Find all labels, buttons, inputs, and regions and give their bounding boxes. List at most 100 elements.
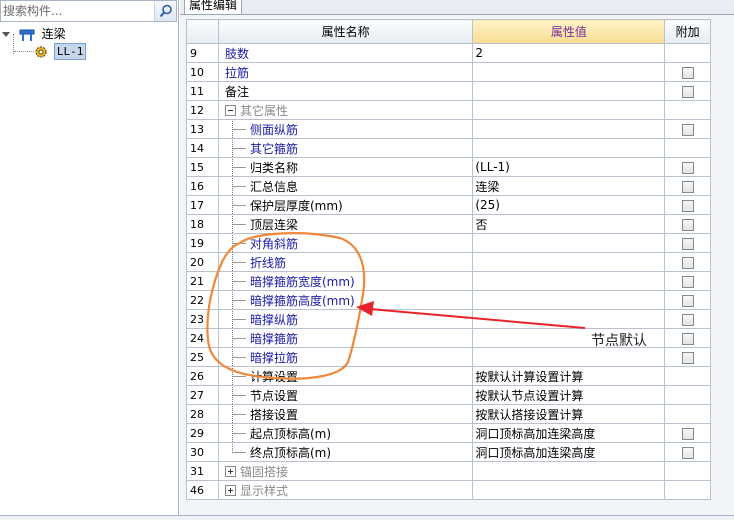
table-row[interactable]: 29 起点顶标高(m) 洞口顶标高加连梁高度 [186,423,711,443]
property-value-cell[interactable] [472,309,666,329]
table-row[interactable]: 23 暗撑纵筋 [186,309,711,329]
tree-node-ll-1[interactable]: LL-1 [34,42,87,60]
extra-checkbox[interactable] [681,313,694,326]
table-row[interactable]: 19 对角斜筋 [186,233,711,253]
property-value-cell[interactable] [472,480,666,500]
property-value-cell[interactable] [472,62,666,82]
property-value-cell[interactable] [472,138,666,158]
tree-node-root[interactable]: 连梁 [2,25,66,43]
extra-checkbox[interactable] [681,218,694,231]
expand-plus-icon[interactable] [224,465,236,477]
table-row[interactable]: 17 保护层厚度(mm) (25) [186,195,711,215]
property-name-cell[interactable]: 侧面纵筋 [217,119,474,139]
expand-plus-icon[interactable] [224,484,236,496]
extra-checkbox[interactable] [681,123,694,136]
property-name-cell[interactable]: 终点顶标高(m) [217,442,474,462]
extra-checkbox[interactable] [681,351,694,364]
property-value-cell[interactable] [472,100,666,120]
property-name-cell[interactable]: 暗撑箍筋 [217,328,474,348]
property-value-cell[interactable] [472,81,666,101]
property-value-cell[interactable]: 2 [472,43,666,63]
table-row[interactable]: 21 暗撑箍筋宽度(mm) [186,271,711,291]
property-name-cell[interactable]: 肢数 [217,43,474,63]
property-name-cell[interactable]: 归类名称 [217,157,474,177]
table-row[interactable]: 10 拉筋 [186,62,711,82]
property-value-cell[interactable]: (25) [472,195,666,215]
table-row[interactable]: 11 备注 [186,81,711,101]
table-row[interactable]: 30 终点顶标高(m) 洞口顶标高加连梁高度 [186,442,711,462]
property-value-cell[interactable] [472,119,666,139]
table-row[interactable]: 28 搭接设置 按默认搭接设置计算 [186,404,711,424]
row-number: 11 [186,81,219,101]
extra-checkbox[interactable] [681,180,694,193]
search-input[interactable] [1,1,153,21]
property-value-cell[interactable] [472,461,666,481]
table-row[interactable]: 9 肢数 2 [186,43,711,63]
extra-checkbox[interactable] [681,275,694,288]
property-name-cell[interactable]: 暗撑纵筋 [217,309,474,329]
property-name: 暗撑拉筋 [249,350,298,365]
property-value-cell[interactable]: 洞口顶标高加连梁高度 [472,442,666,462]
collapse-minus-icon[interactable] [224,104,236,116]
property-value-cell[interactable] [472,290,666,310]
property-name-cell[interactable]: 拉筋 [217,62,474,82]
property-value-cell[interactable]: 否 [472,214,666,234]
header-value[interactable]: 属性值 [472,19,666,44]
extra-checkbox[interactable] [681,427,694,440]
property-value-cell[interactable]: 洞口顶标高加连梁高度 [472,423,666,443]
table-row[interactable]: 46 显示样式 [186,480,711,500]
expand-arrow-icon[interactable] [2,32,10,37]
header-extra[interactable]: 附加 [664,19,711,44]
table-row[interactable]: 16 汇总信息 连梁 [186,176,711,196]
table-row[interactable]: 22 暗撑箍筋高度(mm) [186,290,711,310]
search-button[interactable] [154,1,176,21]
property-name-cell[interactable]: 保护层厚度(mm) [217,195,474,215]
property-value-cell[interactable] [472,271,666,291]
extra-checkbox[interactable] [681,446,694,459]
table-row[interactable]: 18 顶层连梁 否 [186,214,711,234]
property-name-cell[interactable]: 顶层连梁 [217,214,474,234]
property-name-cell[interactable]: 暗撑箍筋宽度(mm) [217,271,474,291]
extra-checkbox[interactable] [681,66,694,79]
property-name-cell[interactable]: 计算设置 [217,366,474,386]
property-name-cell[interactable]: 对角斜筋 [217,233,474,253]
property-value-cell[interactable]: 连梁 [472,176,666,196]
table-row[interactable]: 25 暗撑拉筋 [186,347,711,367]
property-value-cell[interactable]: 按默认搭接设置计算 [472,404,666,424]
header-name[interactable]: 属性名称 [217,19,474,44]
extra-checkbox[interactable] [681,237,694,250]
table-row[interactable]: 31 锚固搭接 [186,461,711,481]
property-name-cell[interactable]: 备注 [217,81,474,101]
property-value-cell[interactable] [472,233,666,253]
property-name-cell[interactable]: 显示样式 [217,480,474,500]
table-row[interactable]: 15 归类名称 (LL-1) [186,157,711,177]
property-name-cell[interactable]: 折线筋 [217,252,474,272]
property-value-cell[interactable]: 按默认节点设置计算 [472,385,666,405]
tab-property-edit[interactable]: 属性编辑 [184,0,243,14]
property-name-cell[interactable]: 锚固搭接 [217,461,474,481]
extra-checkbox[interactable] [681,199,694,212]
extra-checkbox[interactable] [681,85,694,98]
property-name-cell[interactable]: 起点顶标高(m) [217,423,474,443]
property-value-cell[interactable]: (LL-1) [472,157,666,177]
table-row[interactable]: 27 节点设置 按默认节点设置计算 [186,385,711,405]
table-row[interactable]: 20 折线筋 [186,252,711,272]
property-name-cell[interactable]: 搭接设置 [217,404,474,424]
property-value-cell[interactable]: 按默认计算设置计算 [472,366,666,386]
property-name-cell[interactable]: 暗撑拉筋 [217,347,474,367]
property-name-cell[interactable]: 暗撑箍筋高度(mm) [217,290,474,310]
table-row[interactable]: 12 其它属性 [186,100,711,120]
property-value-cell[interactable] [472,347,666,367]
table-row[interactable]: 26 计算设置 按默认计算设置计算 [186,366,711,386]
property-name-cell[interactable]: 汇总信息 [217,176,474,196]
property-value-cell[interactable] [472,252,666,272]
extra-checkbox[interactable] [681,256,694,269]
property-name-cell[interactable]: 节点设置 [217,385,474,405]
extra-checkbox[interactable] [681,161,694,174]
property-name-cell[interactable]: 其它箍筋 [217,138,474,158]
extra-checkbox[interactable] [681,332,694,345]
table-row[interactable]: 13 侧面纵筋 [186,119,711,139]
property-name-cell[interactable]: 其它属性 [217,100,474,120]
table-row[interactable]: 14 其它箍筋 [186,138,711,158]
extra-checkbox[interactable] [681,294,694,307]
